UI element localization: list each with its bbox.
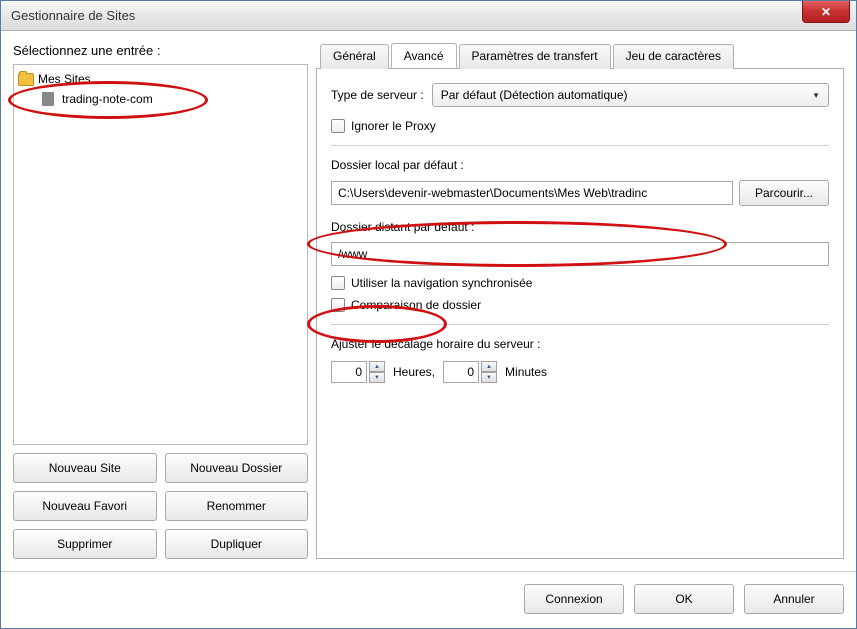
chevron-down-icon: ▼ [812, 91, 820, 100]
local-dir-input[interactable] [331, 181, 733, 205]
compare-label: Comparaison de dossier [351, 298, 481, 312]
server-icon [42, 92, 54, 106]
cancel-button[interactable]: Annuler [744, 584, 844, 614]
minutes-spinner[interactable]: ▲ ▼ [443, 361, 497, 383]
server-type-select[interactable]: Par défaut (Détection automatique) ▼ [432, 83, 829, 107]
browse-button[interactable]: Parcourir... [739, 180, 829, 206]
close-icon: ✕ [821, 5, 831, 19]
tab-bar: Général Avancé Paramètres de transfert J… [316, 43, 844, 69]
minutes-up-icon[interactable]: ▲ [481, 361, 497, 372]
new-site-button[interactable]: Nouveau Site [13, 453, 157, 483]
server-type-label: Type de serveur : [331, 88, 424, 102]
new-folder-button[interactable]: Nouveau Dossier [165, 453, 309, 483]
window-title: Gestionnaire de Sites [11, 8, 135, 23]
tree-site-item[interactable]: trading-note-com [18, 89, 303, 109]
hours-down-icon[interactable]: ▼ [369, 372, 385, 383]
duplicate-button[interactable]: Dupliquer [165, 529, 309, 559]
tab-advanced[interactable]: Avancé [391, 43, 457, 68]
select-entry-label: Sélectionnez une entrée : [13, 43, 308, 58]
titlebar: Gestionnaire de Sites ✕ [1, 1, 856, 31]
remote-dir-label: Dossier distant par défaut : [331, 220, 829, 234]
rename-button[interactable]: Renommer [165, 491, 309, 521]
compare-checkbox[interactable] [331, 298, 345, 312]
minutes-input[interactable] [443, 361, 479, 383]
minutes-down-icon[interactable]: ▼ [481, 372, 497, 383]
tree-site-label: trading-note-com [62, 92, 153, 106]
minutes-label: Minutes [505, 365, 547, 379]
remote-dir-input[interactable] [331, 242, 829, 266]
local-dir-label: Dossier local par défaut : [331, 158, 829, 172]
tree-root-label: Mes Sites [38, 72, 91, 86]
connect-button[interactable]: Connexion [524, 584, 624, 614]
hours-label: Heures, [393, 365, 435, 379]
close-button[interactable]: ✕ [802, 1, 850, 23]
ignore-proxy-label: Ignorer le Proxy [351, 119, 436, 133]
dialog-footer: Connexion OK Annuler [1, 571, 856, 626]
server-type-value: Par défaut (Détection automatique) [441, 88, 628, 102]
sync-nav-label: Utiliser la navigation synchronisée [351, 276, 532, 290]
divider [331, 324, 829, 325]
tab-general[interactable]: Général [320, 44, 389, 69]
hours-up-icon[interactable]: ▲ [369, 361, 385, 372]
delete-button[interactable]: Supprimer [13, 529, 157, 559]
ok-button[interactable]: OK [634, 584, 734, 614]
new-favorite-button[interactable]: Nouveau Favori [13, 491, 157, 521]
tab-content-advanced: Type de serveur : Par défaut (Détection … [316, 69, 844, 559]
hours-spinner[interactable]: ▲ ▼ [331, 361, 385, 383]
folder-icon [18, 73, 34, 86]
ignore-proxy-checkbox[interactable] [331, 119, 345, 133]
hours-input[interactable] [331, 361, 367, 383]
tree-root-folder[interactable]: Mes Sites [18, 69, 303, 89]
divider [331, 145, 829, 146]
tab-transfer[interactable]: Paramètres de transfert [459, 44, 611, 69]
tab-charset[interactable]: Jeu de caractères [613, 44, 734, 69]
time-offset-label: Ajuster le décalage horaire du serveur : [331, 337, 829, 351]
site-tree[interactable]: Mes Sites trading-note-com [13, 64, 308, 445]
sync-nav-checkbox[interactable] [331, 276, 345, 290]
